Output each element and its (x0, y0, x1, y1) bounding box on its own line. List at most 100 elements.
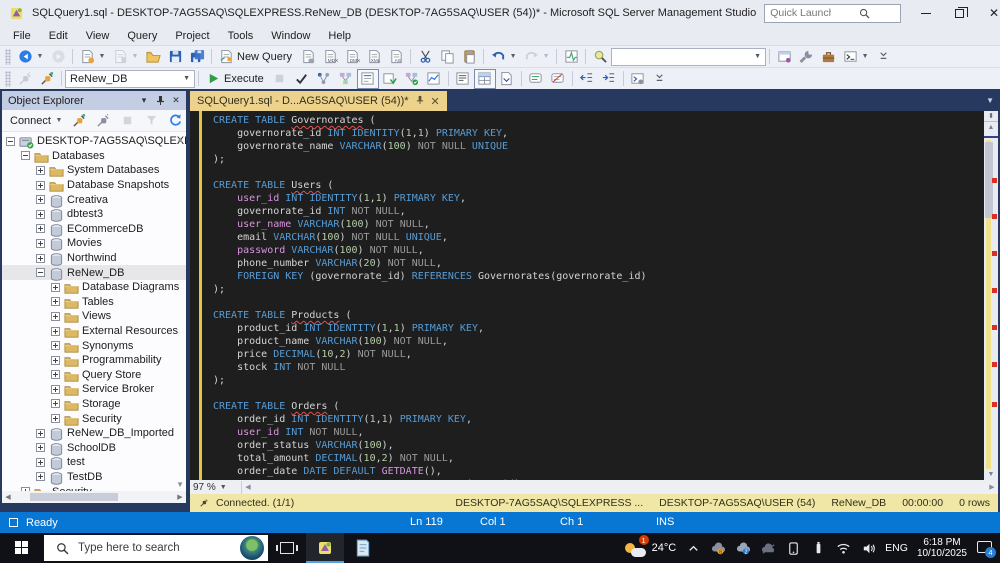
expand-icon[interactable] (51, 326, 60, 336)
expand-icon[interactable] (36, 224, 45, 234)
taskbar-notepad-button[interactable] (344, 533, 382, 563)
cancel-executing-query-button[interactable] (269, 69, 291, 89)
scroll-left-icon[interactable]: ◀ (2, 493, 14, 501)
language-indicator[interactable]: ENG (885, 542, 908, 554)
tree-item-security[interactable]: Security (2, 484, 186, 491)
onedrive-personal-icon[interactable]: 8 (710, 540, 726, 556)
analysis-services-xmla-query-button[interactable]: XML (363, 47, 385, 67)
cut-button[interactable] (414, 47, 436, 67)
cloud-offline-icon[interactable] (760, 540, 776, 556)
new-query-button[interactable]: New Query (215, 47, 297, 67)
scroll-down-icon[interactable]: ▼ (176, 480, 184, 489)
query-options-button[interactable] (356, 68, 379, 89)
volume-icon[interactable] (860, 540, 876, 556)
analysis-services-dmx-query-button[interactable]: DMX (341, 47, 363, 67)
close-panel-icon[interactable]: ✕ (168, 95, 184, 106)
toolbar-grip[interactable] (5, 70, 11, 87)
close-button[interactable]: ✕ (977, 0, 1000, 26)
tree-item-tables[interactable]: Tables (2, 295, 186, 310)
add-item-button[interactable]: ▼ (109, 47, 142, 67)
toolbar-options-button[interactable] (872, 47, 894, 67)
command-window-button[interactable]: ▼ (839, 47, 872, 67)
collapse-icon[interactable] (21, 151, 30, 161)
tree-item-movies[interactable]: Movies (2, 236, 186, 252)
analyze-query-in-dta-button[interactable] (313, 69, 335, 89)
chevron-down-icon[interactable]: ▼ (131, 53, 139, 60)
scroll-up-icon[interactable]: ▲ (984, 122, 998, 133)
sqlcmd-mode-button[interactable] (627, 69, 649, 89)
connect-server-button[interactable] (69, 111, 91, 131)
chevron-down-icon[interactable]: ▼ (542, 53, 550, 60)
phone-link-icon[interactable] (785, 540, 801, 556)
toolbar-grip[interactable] (5, 48, 11, 65)
expand-icon[interactable] (36, 238, 45, 248)
intellisense-enabled-button[interactable] (379, 69, 401, 89)
scroll-right-icon[interactable]: ▶ (986, 483, 998, 491)
disconnect-button[interactable] (93, 111, 115, 131)
zoom-selector[interactable]: 97 % ▼ (190, 480, 242, 494)
scroll-left-icon[interactable]: ◀ (242, 483, 254, 491)
expand-icon[interactable] (36, 472, 45, 482)
collapse-icon[interactable] (36, 268, 45, 278)
filter-button[interactable] (141, 111, 163, 131)
chevron-up-icon[interactable] (685, 540, 701, 556)
available-databases[interactable]: ReNew_DB ▼ (65, 69, 195, 88)
action-center-button[interactable]: 4 (976, 540, 996, 558)
save-all-button[interactable] (186, 47, 208, 67)
collapse-icon[interactable] (6, 136, 15, 146)
editor-hscrollbar[interactable]: ◀ ▶ (242, 480, 998, 494)
search-highlight-image[interactable] (240, 536, 264, 560)
expand-icon[interactable] (51, 384, 60, 394)
uncomment-selection-button[interactable] (547, 69, 569, 89)
expand-icon[interactable] (51, 282, 60, 292)
taskbar-clock[interactable]: 6:18 PM 10/10/2025 (917, 537, 967, 559)
tree-item-creativa[interactable]: Creativa (2, 192, 186, 208)
tab-close-icon[interactable]: ✕ (431, 95, 440, 108)
refresh-button[interactable] (165, 111, 187, 131)
tree-item-database-diagrams[interactable]: Database Diagrams (2, 280, 186, 295)
save-button[interactable] (164, 47, 186, 67)
expand-icon[interactable] (51, 355, 60, 365)
weather-widget[interactable]: 1 24°C (624, 535, 676, 557)
minimize-button[interactable] (909, 0, 943, 26)
object-explorer-caption[interactable]: Object Explorer ▾ ✕ (2, 91, 186, 110)
tree-item-synonyms[interactable]: Synonyms (2, 338, 186, 353)
sql-code[interactable]: CREATE TABLE Governorates ( governorate_… (202, 111, 984, 480)
change-connection-button[interactable] (36, 69, 58, 89)
menu-file[interactable]: File (4, 28, 40, 44)
menu-help[interactable]: Help (319, 28, 360, 44)
comment-selection-button[interactable] (525, 69, 547, 89)
new-item-button[interactable]: ▼ (76, 47, 109, 67)
start-button[interactable] (0, 533, 44, 563)
taskbar-search-input[interactable]: Type here to search (44, 535, 268, 561)
display-estimated-plan-button[interactable] (335, 69, 357, 89)
pin-icon[interactable] (152, 95, 168, 107)
expand-icon[interactable] (36, 253, 45, 263)
menu-window[interactable]: Window (262, 28, 319, 44)
tab-list-chevron-icon[interactable]: ▼ (986, 96, 994, 105)
open-file-button[interactable] (142, 47, 164, 67)
find-combo[interactable]: ▼ (611, 47, 767, 66)
connect-button[interactable] (14, 69, 36, 89)
increase-indent-button[interactable] (598, 69, 620, 89)
expand-icon[interactable] (51, 370, 60, 380)
expand-icon[interactable] (36, 443, 45, 453)
window-position-icon[interactable]: ▾ (136, 95, 152, 106)
tree-item-database-snapshots[interactable]: Database Snapshots (2, 178, 186, 193)
breakpoint-margin[interactable] (190, 111, 199, 480)
undo-button[interactable]: ▼ (487, 47, 520, 67)
wifi-icon[interactable] (835, 540, 851, 556)
tree-item-views[interactable]: Views (2, 309, 186, 324)
task-view-button[interactable] (268, 533, 306, 563)
parse-button[interactable] (291, 69, 313, 89)
split-window-handle[interactable]: ⬍ (984, 111, 998, 122)
scroll-down-icon[interactable]: ▼ (984, 469, 998, 480)
expand-icon[interactable] (51, 297, 60, 307)
decrease-indent-button[interactable] (576, 69, 598, 89)
tree-item-external-resources[interactable]: External Resources (2, 324, 186, 339)
expand-icon[interactable] (51, 311, 60, 321)
navigate-backward-button[interactable]: ▼ (14, 47, 47, 67)
tree-item-ecommercedb[interactable]: ECommerceDB (2, 222, 186, 237)
expand-icon[interactable] (51, 399, 60, 409)
onedrive-cloud-icon[interactable]: 2 (735, 540, 751, 556)
